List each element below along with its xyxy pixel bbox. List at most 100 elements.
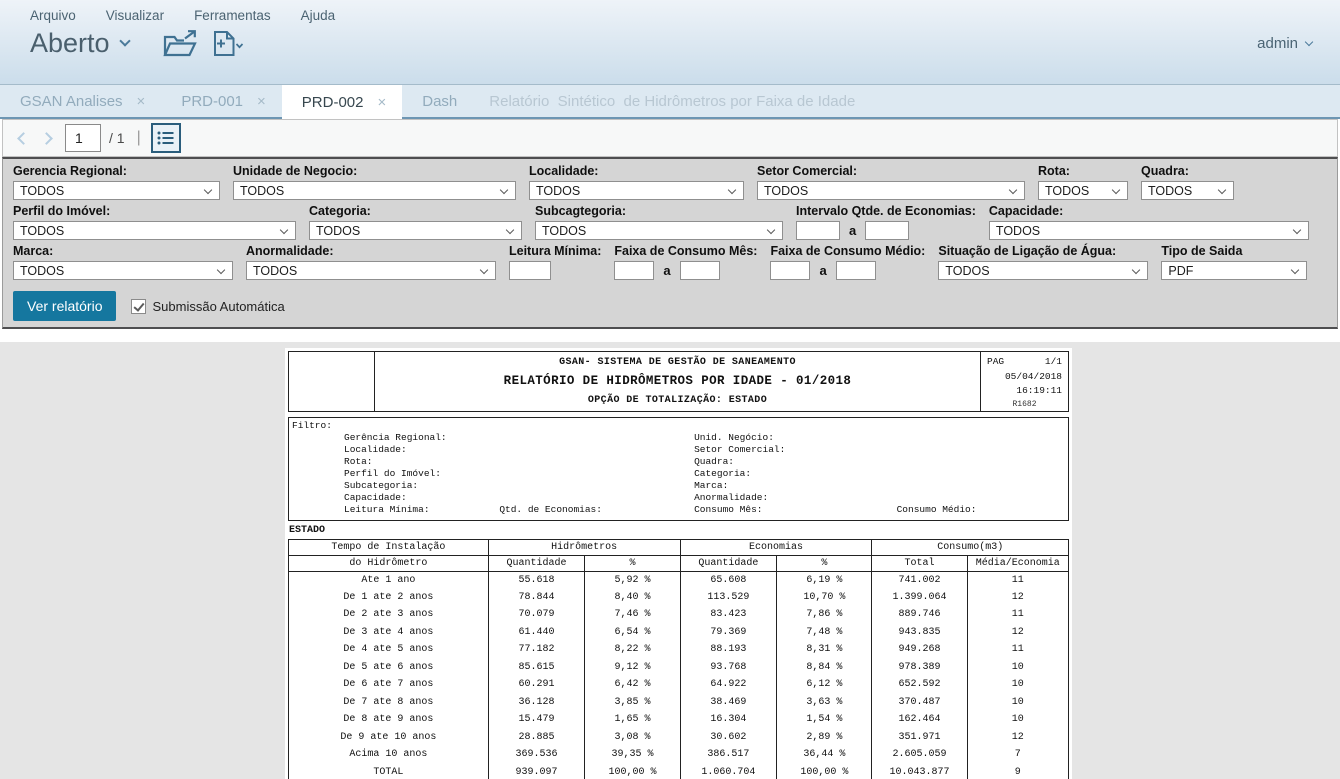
list-icon — [157, 130, 174, 146]
report-filter-line: Rota:Quadra: — [289, 456, 1068, 468]
tab-close-icon[interactable]: × — [257, 94, 266, 109]
chevron-down-icon — [1218, 186, 1226, 194]
report-table-row: De 5 ate 6 anos85.6159,12 %93.7688,84 %9… — [289, 659, 1069, 677]
filter-field-anormalidade: Anormalidade: TODOS — [246, 244, 496, 280]
chevron-down-icon — [1009, 186, 1017, 194]
user-name-label: admin — [1257, 35, 1298, 52]
input-intervalo-qtde-de-economias-to[interactable] — [865, 221, 909, 240]
input-intervalo-qtde-de-economias-from[interactable] — [796, 221, 840, 240]
tab-dash[interactable]: Dash — [402, 85, 473, 117]
user-menu[interactable]: admin — [1257, 35, 1312, 52]
report-cell: De 3 ate 4 anos — [289, 624, 489, 642]
select-localidade[interactable]: TODOS — [529, 181, 744, 200]
report-table-head: Tempo de InstalaçãoHidrômetrosEconomiasC… — [289, 539, 1069, 571]
view-report-button[interactable]: Ver relatório — [13, 291, 116, 321]
report-cell: 3,63 % — [777, 694, 872, 712]
auto-submit-checkbox[interactable] — [131, 299, 146, 314]
report-col-header: Quantidade — [680, 555, 777, 571]
pager-toolbar: / 1 | — [2, 119, 1338, 157]
report-cell: 386.517 — [680, 746, 777, 764]
menu-item-arquivo[interactable]: Arquivo — [30, 8, 76, 23]
select-anormalidade[interactable]: TODOS — [246, 261, 496, 280]
range-intervalo-qtde-de-economias: a — [796, 221, 976, 240]
select-subcagtegoria[interactable]: TODOS — [535, 221, 783, 240]
selected-value: TODOS — [253, 264, 297, 278]
input-faixa-de-consumo-mes-from[interactable] — [614, 261, 654, 280]
report-cell: 11 — [967, 641, 1068, 659]
report-filter-label: Leitura Mínima: — [344, 504, 430, 516]
tab-prd-001[interactable]: PRD-001× — [161, 85, 281, 117]
tab-close-icon[interactable]: × — [137, 94, 146, 109]
select-gerencia-regional[interactable]: TODOS — [13, 181, 220, 200]
report-cell: De 1 ate 2 anos — [289, 589, 489, 607]
report-cell: 2,89 % — [777, 729, 872, 747]
report-cell: 100,00 % — [777, 764, 872, 779]
select-rota[interactable]: TODOS — [1038, 181, 1128, 200]
field-label: Faixa de Consumo Mês: — [614, 244, 757, 258]
select-tipo-de-saida[interactable]: PDF — [1161, 261, 1307, 280]
select-setor-comercial[interactable]: TODOS — [757, 181, 1025, 200]
open-report-icon[interactable] — [163, 30, 197, 58]
open-menu-button[interactable]: Aberto — [30, 28, 129, 59]
select-marca[interactable]: TODOS — [13, 261, 233, 280]
filter-field-intervalo-qtde-de-economias: Intervalo Qtde. de Economias:a — [796, 204, 976, 240]
report-cell: 15.479 — [488, 711, 585, 729]
report-table-row: De 1 ate 2 anos78.8448,40 %113.52910,70 … — [289, 589, 1069, 607]
auto-submit-label[interactable]: Submissão Automática — [152, 299, 284, 314]
tab-gsan-analises[interactable]: GSAN Analises× — [0, 85, 161, 117]
report-org-line: GSAN- SISTEMA DE GESTÃO DE SANEAMENTO — [375, 357, 980, 368]
field-label: Perfil do Imóvel: — [13, 204, 296, 218]
report-filter-label: Setor Comercial: — [694, 444, 785, 456]
chevron-down-icon — [280, 226, 288, 234]
report-cell: 7,86 % — [777, 606, 872, 624]
report-logo-cell — [289, 352, 375, 411]
report-cell: 30.602 — [680, 729, 777, 747]
menu-item-ajuda[interactable]: Ajuda — [301, 8, 336, 23]
chevron-down-icon — [506, 226, 514, 234]
page-input[interactable] — [65, 124, 101, 152]
report-filter-line: Perfil do Imóvel:Categoria: — [289, 468, 1068, 480]
input-faixa-de-consumo-mes-to[interactable] — [680, 261, 720, 280]
report-col-header: Média/Economia — [967, 555, 1068, 571]
tab-prd-002[interactable]: PRD-002× — [282, 85, 402, 119]
report-filter-label: Localidade: — [344, 444, 407, 456]
report-filter-label: Consumo Mês: — [694, 504, 762, 516]
report-cell: 1,54 % — [777, 711, 872, 729]
menu-item-visualizar[interactable]: Visualizar — [106, 8, 164, 23]
select-capacidade[interactable]: TODOS — [989, 221, 1309, 240]
select-quadra[interactable]: TODOS — [1141, 181, 1234, 200]
input-faixa-de-consumo-medio-to[interactable] — [836, 261, 876, 280]
report-cell: 10 — [967, 659, 1068, 677]
report-cell: 39,35 % — [585, 746, 680, 764]
select-categoria[interactable]: TODOS — [309, 221, 522, 240]
select-perfil-do-imovel[interactable]: TODOS — [13, 221, 296, 240]
chevron-down-icon — [480, 266, 488, 274]
tab-close-icon[interactable]: × — [377, 95, 386, 110]
new-report-icon[interactable] — [213, 30, 244, 57]
chevron-down-icon — [728, 186, 736, 194]
previous-page-icon[interactable] — [17, 132, 30, 145]
field-label: Faixa de Consumo Médio: — [770, 244, 925, 258]
field-label: Anormalidade: — [246, 244, 496, 258]
input-leitura-minima[interactable] — [509, 261, 551, 280]
report-cell: 7,46 % — [585, 606, 680, 624]
report-cell: 88.193 — [680, 641, 777, 659]
report-cell: 949.268 — [872, 641, 967, 659]
selected-value: TODOS — [1148, 184, 1192, 198]
filter-row-3: Marca:TODOSAnormalidade:TODOSLeitura Mín… — [13, 244, 1327, 280]
filter-field-quadra: Quadra:TODOS — [1141, 164, 1234, 200]
range-separator: a — [663, 263, 670, 278]
selected-value: TODOS — [240, 184, 284, 198]
report-list-button[interactable] — [151, 123, 181, 153]
menu-bar: Arquivo Visualizar Ferramentas Ajuda — [0, 0, 1340, 23]
next-page-icon[interactable] — [40, 132, 53, 145]
report-filter-line: Capacidade:Anormalidade: — [289, 492, 1068, 504]
select-unidade-de-negocio[interactable]: TODOS — [233, 181, 516, 200]
report-filter-label: Perfil do Imóvel: — [344, 468, 441, 480]
menu-item-ferramentas[interactable]: Ferramentas — [194, 8, 271, 23]
filter-rows: Gerencia Regional:TODOSUnidade de Negoci… — [13, 164, 1327, 280]
select-situacao-de-ligacao-de-agua[interactable]: TODOS — [938, 261, 1148, 280]
input-faixa-de-consumo-medio-from[interactable] — [770, 261, 810, 280]
report-cell: 113.529 — [680, 589, 777, 607]
report-filter-line: Gerência Regional:Unid. Negócio: — [289, 432, 1068, 444]
